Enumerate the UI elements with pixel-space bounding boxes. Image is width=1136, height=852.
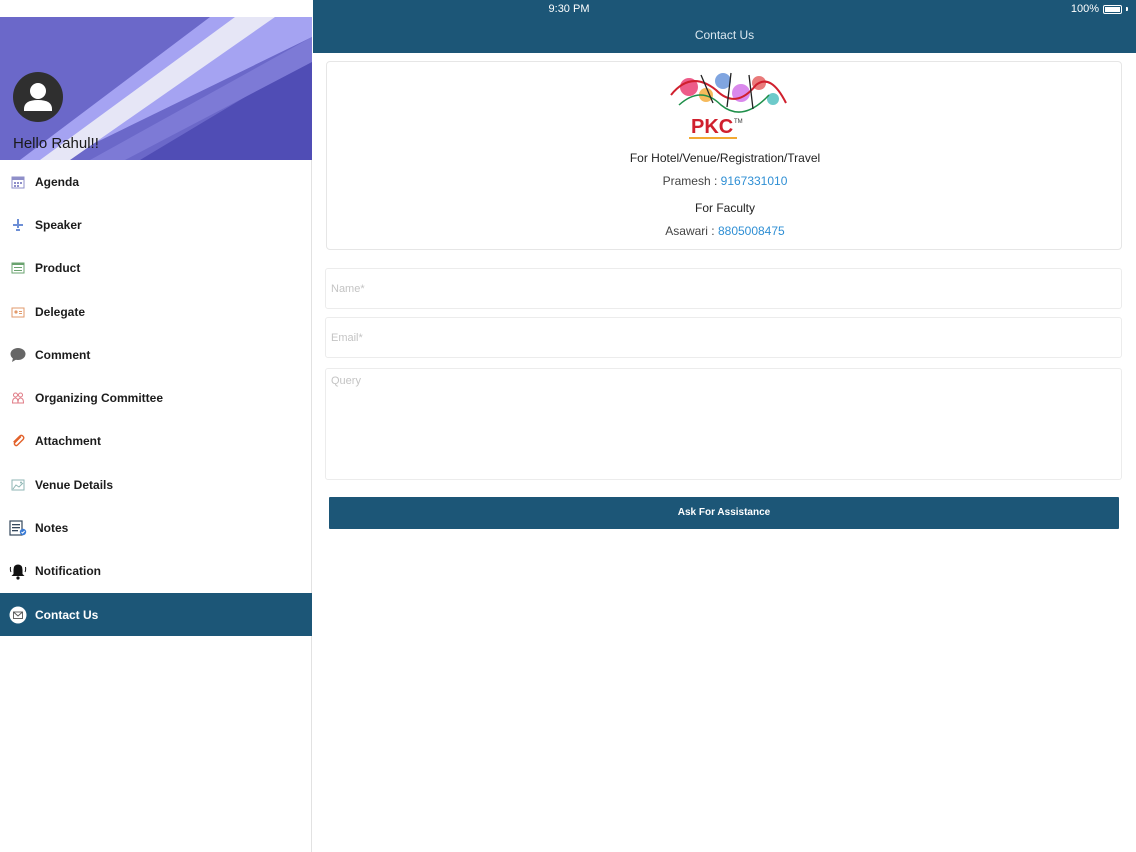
user-icon: [24, 83, 52, 111]
sidebar-item-comment[interactable]: Comment: [0, 333, 312, 376]
logo-trademark: TM: [734, 119, 743, 125]
sidebar-item-label: Contact Us: [35, 607, 99, 622]
sidebar-item-speaker[interactable]: Speaker: [0, 203, 312, 246]
sidebar-status-strip: [0, 0, 312, 17]
sidebar-item-attachment[interactable]: Attachment: [0, 420, 312, 463]
contact-info-card: PKC TM For Hotel/Venue/Registration/Trav…: [326, 61, 1122, 250]
query-placeholder: Query: [331, 375, 361, 387]
sidebar-item-label: Speaker: [35, 217, 82, 232]
product-icon: [8, 259, 27, 278]
status-time: 9:30 PM: [548, 3, 590, 15]
sidebar: Hello Rahul!! Agenda Speaker Product Del…: [0, 0, 312, 852]
notes-icon: [8, 519, 27, 538]
phone-link-asawari[interactable]: 8805008475: [718, 224, 785, 238]
attachment-icon: [8, 432, 27, 451]
name-placeholder: Name*: [331, 283, 365, 295]
bell-icon: [8, 562, 27, 581]
sidebar-item-label: Agenda: [35, 174, 80, 189]
query-textarea[interactable]: Query: [325, 368, 1122, 480]
contact-pramesh: Pramesh : 9167331010: [327, 174, 1123, 188]
sidebar-item-notes[interactable]: Notes: [0, 506, 312, 549]
pkc-logo: PKC TM: [670, 72, 787, 139]
name-input[interactable]: Name*: [325, 268, 1122, 309]
speaker-icon: [8, 215, 27, 234]
nav-bar: Contact Us: [313, 17, 1136, 53]
email-placeholder: Email*: [331, 332, 363, 344]
section-hotel-title: For Hotel/Venue/Registration/Travel: [629, 151, 821, 165]
battery-icon: [1103, 4, 1122, 14]
sidebar-item-label: Venue Details: [35, 477, 114, 492]
calendar-icon: [8, 172, 27, 191]
section-faculty-title: For Faculty: [694, 201, 755, 215]
logo-text: PKC: [691, 116, 733, 138]
sidebar-item-label: Delegate: [35, 304, 86, 319]
main-content: 9:30 PM 100% Contact Us PKC TM For Hotel…: [313, 0, 1136, 852]
sidebar-item-notification[interactable]: Notification: [0, 550, 312, 593]
battery-indicator: 100%: [1071, 3, 1128, 15]
sidebar-item-agenda[interactable]: Agenda: [0, 160, 312, 203]
app-root: Hello Rahul!! Agenda Speaker Product Del…: [0, 0, 1136, 852]
mail-icon: [8, 605, 27, 624]
committee-icon: [8, 389, 27, 408]
sidebar-item-contact-us[interactable]: Contact Us: [0, 592, 312, 637]
sidebar-menu: Agenda Speaker Product Delegate Comment …: [0, 160, 312, 637]
contact-name: Asawari :: [665, 224, 718, 238]
sidebar-item-organizing-committee[interactable]: Organizing Committee: [0, 376, 312, 419]
page-title: Contact Us: [694, 28, 755, 42]
phone-link-pramesh[interactable]: 9167331010: [721, 174, 788, 188]
contact-asawari: Asawari : 8805008475: [327, 224, 1123, 238]
sidebar-item-label: Product: [35, 261, 81, 276]
sidebar-item-venue-details[interactable]: Venue Details: [0, 463, 312, 506]
delegate-icon: [8, 302, 27, 321]
sidebar-item-label: Notification: [35, 564, 101, 579]
sidebar-item-label: Attachment: [35, 434, 102, 449]
venue-icon: [8, 475, 27, 494]
comment-icon: [8, 345, 27, 364]
battery-percent: 100%: [1070, 3, 1099, 15]
status-bar: 9:30 PM 100%: [313, 0, 1136, 17]
sidebar-item-delegate[interactable]: Delegate: [0, 290, 312, 333]
sidebar-item-label: Comment: [35, 347, 91, 362]
ask-for-assistance-button[interactable]: Ask For Assistance: [329, 497, 1119, 529]
sidebar-item-product[interactable]: Product: [0, 247, 312, 290]
sidebar-item-label: Notes: [35, 521, 69, 536]
email-input[interactable]: Email*: [325, 317, 1122, 358]
contact-name: Pramesh :: [662, 174, 721, 188]
greeting-text: Hello Rahul!!: [13, 135, 99, 152]
sidebar-item-label: Organizing Committee: [35, 391, 164, 406]
sidebar-profile-header: Hello Rahul!!: [0, 17, 312, 160]
avatar[interactable]: [13, 72, 63, 122]
battery-tip: [1126, 7, 1128, 11]
